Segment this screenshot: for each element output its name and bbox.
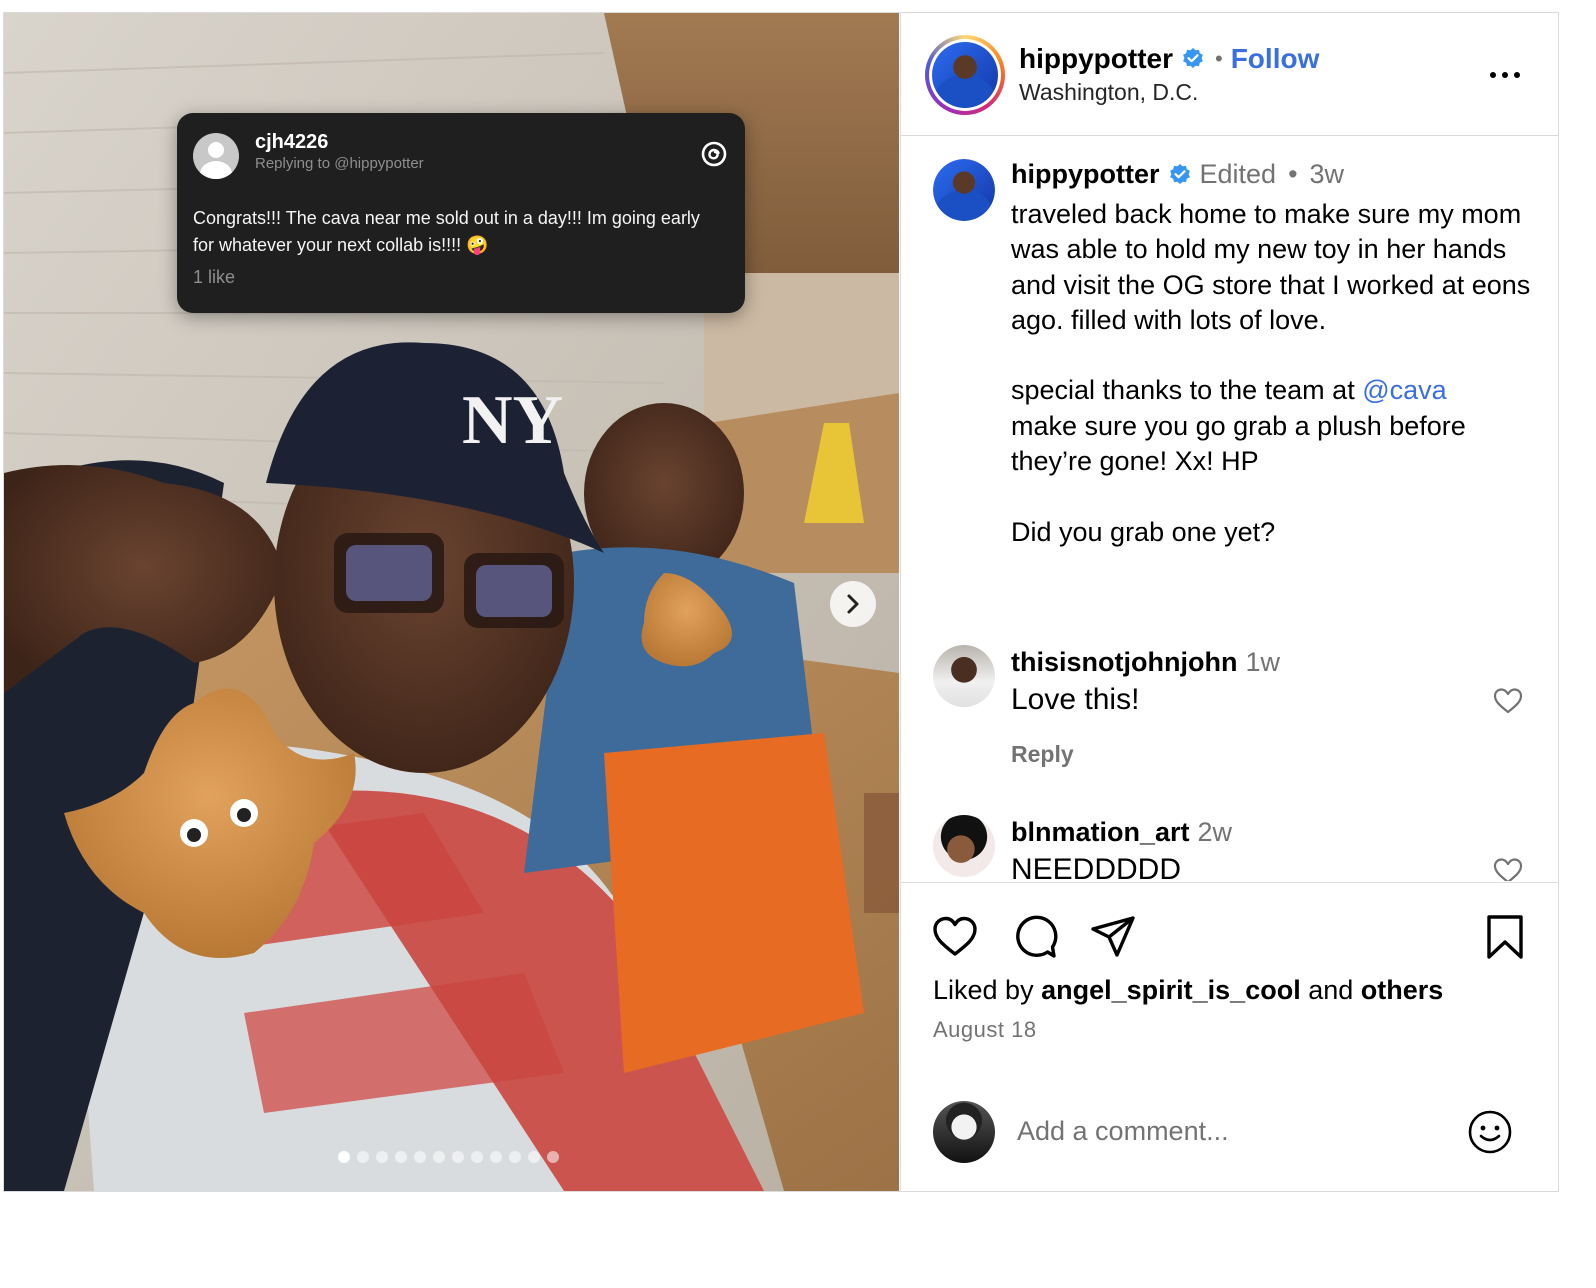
carousel-dot [471,1151,483,1163]
threads-avatar [193,133,239,179]
threads-replying-to: Replying to @hippypotter [255,155,424,172]
bookmark-save-icon[interactable] [1481,913,1529,961]
comment-timestamp[interactable]: 2w [1198,817,1233,847]
comment-text: Love this! [1011,683,1140,716]
comment-text: NEEDDDDD [1011,853,1182,881]
verified-badge-icon [1169,163,1190,184]
post-media[interactable]: NY cjh4226 Replying to @hippypotter Cong… [4,13,899,1191]
caption-header: hippypotter Edited • 3w [1011,159,1344,190]
liked-by-connector: and [1308,975,1354,1005]
post-header: hippypotter • Follow Washington, D.C. [901,13,1559,136]
author-username[interactable]: hippypotter [1019,43,1173,75]
verified-badge-icon [1183,48,1203,68]
threads-username: cjh4226 [255,131,329,153]
threads-logo-icon [701,141,727,167]
share-send-icon[interactable] [1089,913,1137,961]
more-options-icon[interactable] [1487,63,1523,87]
liked-by-others[interactable]: others [1361,975,1444,1005]
author-avatar [932,42,998,108]
carousel-dot [338,1151,350,1163]
chevron-right-icon [847,594,859,614]
liked-by-summary: Liked by angel_spirit_is_cool and others [933,975,1443,1006]
carousel-dot [395,1151,407,1163]
comment-username-row: blnmation_art 2w [1011,817,1232,848]
carousel-dot [433,1151,445,1163]
heart-icon[interactable] [1493,687,1523,715]
liked-by-user[interactable]: angel_spirit_is_cool [1041,975,1301,1005]
post-date[interactable]: August 18 [933,1017,1037,1043]
follow-button[interactable]: Follow [1231,43,1320,75]
comment-avatar[interactable] [933,645,995,707]
caption-author-avatar[interactable] [933,159,995,221]
carousel-dot [547,1151,559,1163]
author-avatar-story-ring[interactable] [925,35,1005,115]
caption-text-part2: make sure you go grab a plush before the… [1011,410,1466,547]
author-username-row: hippypotter • Follow [1019,43,1319,75]
carousel-dot [357,1151,369,1163]
caption-text: traveled back home to make sure my mom w… [1011,197,1541,550]
carousel-dot [452,1151,464,1163]
post-side-panel: hippypotter • Follow Washington, D.C. hi… [900,13,1559,1191]
post-location[interactable]: Washington, D.C. [1019,79,1198,106]
threads-like-count: 1 like [193,267,236,287]
comment-username[interactable]: blnmation_art [1011,817,1190,847]
add-comment-input[interactable] [1017,1109,1447,1153]
threads-reply-card[interactable]: cjh4226 Replying to @hippypotter Congrat… [177,113,745,313]
svg-text:NY: NY [462,382,563,459]
caption-avatar-image [933,159,995,221]
carousel-next-button[interactable] [830,581,876,627]
caption-timestamp[interactable]: 3w [1310,159,1345,190]
caption-text-part1: traveled back home to make sure my mom w… [1011,199,1531,406]
caption-edited-label: Edited [1199,159,1277,189]
comments-scroll-area[interactable]: hippypotter Edited • 3w traveled back ho… [901,137,1559,881]
emoji-smiley-icon[interactable] [1467,1109,1513,1155]
caption-mention-link[interactable]: @cava [1362,375,1446,405]
heart-icon[interactable] [1493,857,1523,881]
carousel-dot [509,1151,521,1163]
comment-timestamp[interactable]: 1w [1245,647,1280,677]
carousel-dots [338,1151,559,1163]
comment-username[interactable]: thisisnotjohnjohn [1011,647,1237,677]
carousel-dot [376,1151,388,1163]
threads-reply-text: Congrats!!! The cava near me sold out in… [193,208,700,255]
comment-avatar[interactable] [933,815,995,877]
add-comment-bar [901,1099,1559,1189]
current-user-avatar [933,1101,995,1163]
comment-username-row: thisisnotjohnjohn 1w [1011,647,1280,678]
carousel-dot [528,1151,540,1163]
carousel-dot [414,1151,426,1163]
caption-separator: • [1288,159,1298,189]
like-heart-icon[interactable] [931,913,979,961]
liked-by-prefix: Liked by [933,975,1034,1005]
comment-bubble-icon[interactable] [1011,913,1059,961]
header-separator: • [1215,46,1223,71]
carousel-dot [490,1151,502,1163]
caption-username[interactable]: hippypotter [1011,159,1160,190]
comment-reply-button[interactable]: Reply [1011,741,1074,768]
post-modal: NY cjh4226 Replying to @hippypotter Cong… [3,12,1559,1192]
